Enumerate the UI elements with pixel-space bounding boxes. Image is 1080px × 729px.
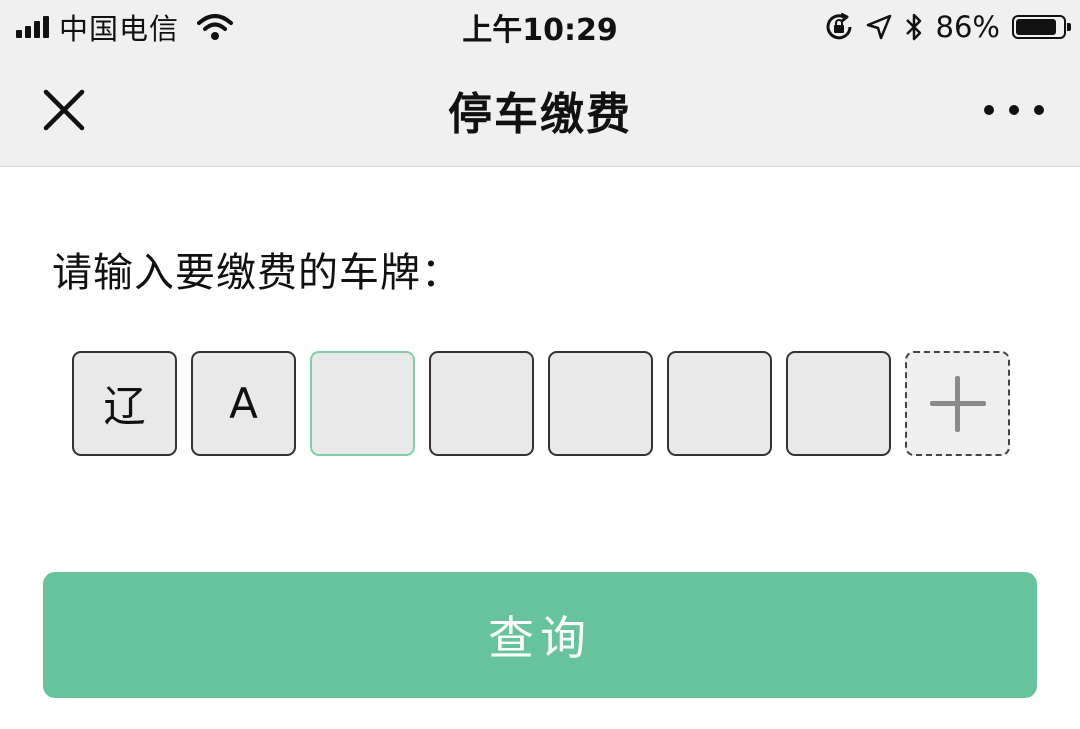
add-plate-slot-button[interactable]: [905, 351, 1010, 456]
plate-char-box[interactable]: [786, 351, 891, 456]
status-bar: 中国电信 上午10:29 86%: [0, 0, 1080, 54]
more-icon[interactable]: [984, 90, 1044, 130]
battery-icon: [1012, 15, 1071, 39]
plate-char-box[interactable]: 辽: [72, 351, 177, 456]
page-title: 停车缴费: [448, 89, 632, 140]
plus-icon: [928, 374, 988, 434]
status-right: 86%: [824, 6, 1071, 48]
orientation-lock-icon: [826, 12, 852, 40]
plate-char-box[interactable]: [548, 351, 653, 456]
battery-fill: [1016, 19, 1056, 35]
nav-bar: 停车缴费: [0, 54, 1080, 167]
battery-tip: [1067, 23, 1071, 31]
bluetooth-icon: [905, 13, 921, 41]
more-dot: [1034, 105, 1044, 115]
plate-char-box[interactable]: [667, 351, 772, 456]
query-button[interactable]: 查询: [43, 572, 1037, 698]
battery-percent: 86%: [935, 10, 1000, 44]
plate-char-box[interactable]: [429, 351, 534, 456]
location-icon: [866, 14, 891, 40]
plate-char-box[interactable]: A: [191, 351, 296, 456]
plate-prompt: 请输入要缴费的车牌：: [52, 250, 462, 296]
more-dot: [984, 105, 994, 115]
more-dot: [1009, 105, 1019, 115]
plate-char-box[interactable]: [310, 351, 415, 456]
plate-input-row: 辽 A: [72, 351, 1010, 456]
